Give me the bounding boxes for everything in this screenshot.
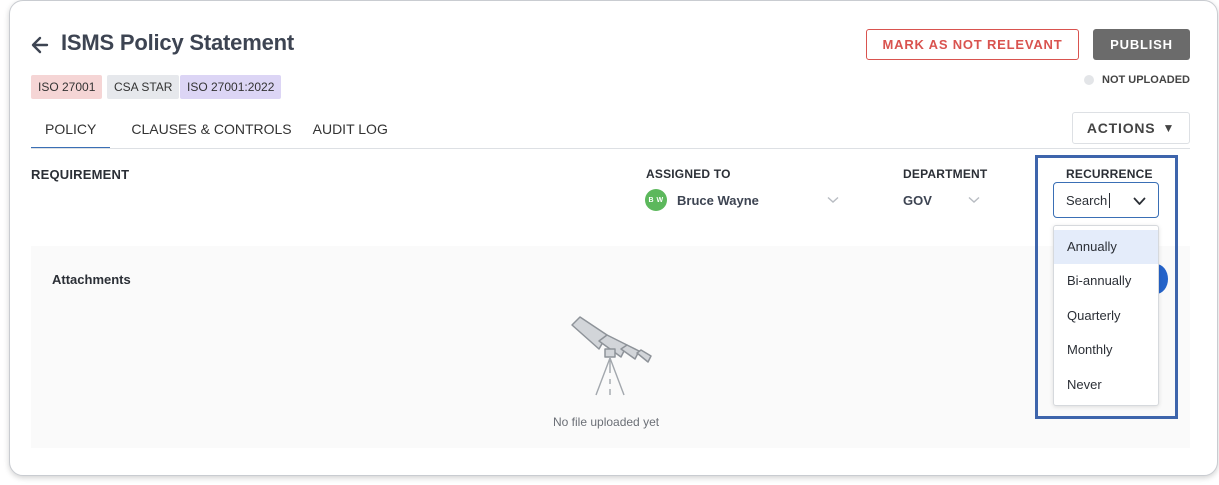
tab-audit-log[interactable]: AUDIT LOG <box>313 112 388 149</box>
department-select[interactable]: GOV <box>903 193 932 208</box>
chevron-down-icon[interactable] <box>1133 197 1146 206</box>
option-never[interactable]: Never <box>1054 368 1158 402</box>
tag-csa-star: CSA STAR <box>107 75 180 99</box>
option-annually[interactable]: Annually <box>1054 230 1158 265</box>
actions-button[interactable]: ACTIONS ▼ <box>1072 112 1190 144</box>
assigned-to-header: ASSIGNED TO <box>646 167 731 181</box>
chevron-down-icon[interactable] <box>827 196 839 204</box>
publish-button[interactable]: PUBLISH <box>1093 29 1190 60</box>
status-label: NOT UPLOADED <box>1102 74 1190 86</box>
department-header: DEPARTMENT <box>903 167 988 181</box>
status-dot-icon <box>1084 75 1094 85</box>
recurrence-search-input[interactable]: Search <box>1053 182 1159 218</box>
requirement-header: REQUIREMENT <box>31 167 130 182</box>
empty-state-text: No file uploaded yet <box>553 415 660 429</box>
tag-iso-27001-2022: ISO 27001:2022 <box>180 75 282 99</box>
upload-status: NOT UPLOADED <box>1084 74 1190 86</box>
actions-label: ACTIONS <box>1086 120 1156 136</box>
attachments-label: Attachments <box>52 272 131 287</box>
option-bi-annually[interactable]: Bi-annually <box>1054 264 1158 298</box>
search-value: Search <box>1066 193 1108 208</box>
tag-iso-27001: ISO 27001 <box>31 75 103 99</box>
option-monthly[interactable]: Monthly <box>1054 333 1158 367</box>
recurrence-dropdown: Annually Bi-annually Quarterly Monthly N… <box>1053 225 1159 406</box>
tabs-divider <box>31 148 1190 149</box>
back-arrow-icon[interactable] <box>30 33 50 57</box>
avatar: B W <box>645 189 667 211</box>
text-cursor <box>1109 193 1111 208</box>
tab-clauses-controls[interactable]: CLAUSES & CONTROLS <box>131 112 291 149</box>
option-quarterly[interactable]: Quarterly <box>1054 299 1158 333</box>
tab-policy[interactable]: POLICY <box>31 112 111 149</box>
assignee-select[interactable]: B W Bruce Wayne <box>645 189 759 211</box>
mark-not-relevant-button[interactable]: MARK AS NOT RELEVANT <box>866 29 1079 60</box>
page-title: ISMS Policy Statement <box>61 30 294 55</box>
tab-bar: POLICY CLAUSES & CONTROLS AUDIT LOG <box>31 112 409 149</box>
assignee-name: Bruce Wayne <box>677 192 759 208</box>
telescope-icon <box>571 316 652 396</box>
caret-down-icon: ▼ <box>1162 121 1176 135</box>
chevron-down-icon[interactable] <box>968 196 980 204</box>
